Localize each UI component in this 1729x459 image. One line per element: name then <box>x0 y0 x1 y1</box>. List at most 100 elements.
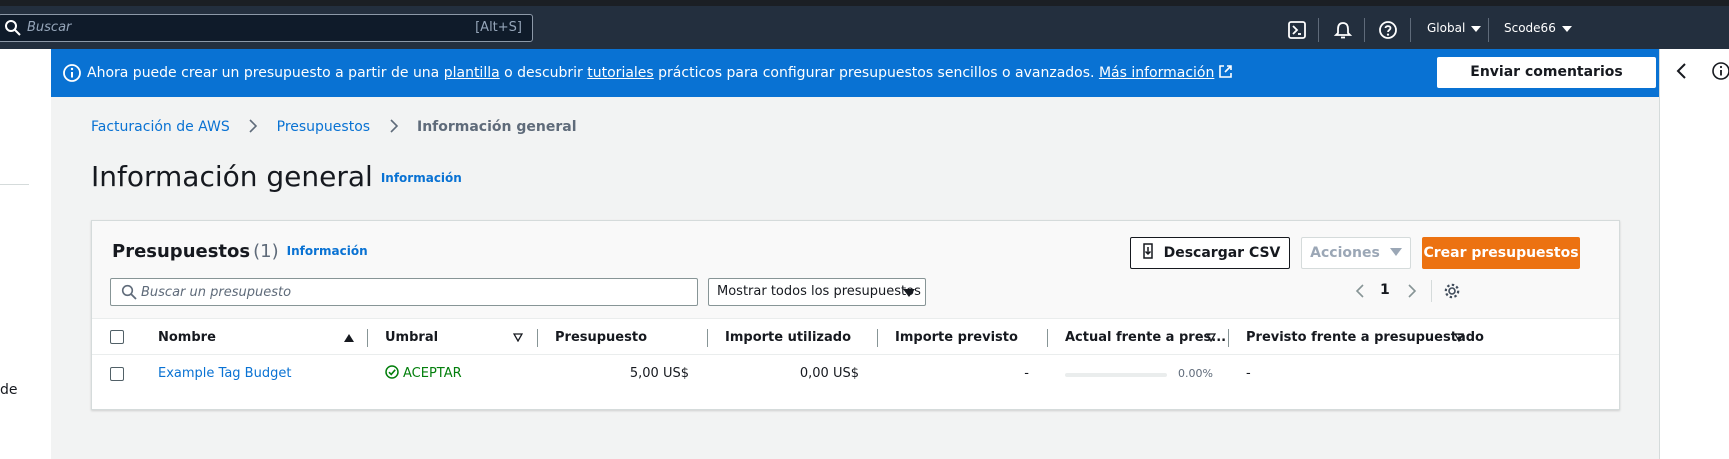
actions-dropdown-button[interactable]: Acciones <box>1301 237 1411 269</box>
table-row: Example Tag Budget ACEPTAR 5,00 US$ 0,00… <box>92 355 1619 392</box>
tutorials-link[interactable]: tutoriales <box>587 65 653 81</box>
actual-vs-budget-progress-bar <box>1065 373 1167 377</box>
topbar-divider <box>1488 18 1489 42</box>
threshold-status-text: ACEPTAR <box>403 366 462 381</box>
topbar-divider <box>1364 18 1365 42</box>
download-icon <box>1142 243 1153 259</box>
download-csv-label: Descargar CSV <box>1163 245 1281 261</box>
budgets-count: (1) <box>253 241 279 262</box>
topbar-divider <box>1318 18 1319 42</box>
budgets-title-text: Presupuestos <box>112 241 251 262</box>
sort-ascending-icon[interactable] <box>344 334 354 342</box>
caret-down-icon <box>1561 25 1572 32</box>
banner-text: Ahora puede crear un presupuesto a parti… <box>87 65 444 81</box>
forecast-amount: - <box>1024 366 1029 381</box>
column-divider[interactable] <box>1228 329 1229 347</box>
region-label: Global <box>1427 21 1466 35</box>
chevron-right-icon[interactable] <box>1406 283 1418 299</box>
page-title-text: Información general <box>91 160 373 193</box>
page-info-link[interactable]: Información <box>381 171 462 185</box>
nav-truncated-text: de <box>0 382 18 398</box>
create-budget-button[interactable]: Crear presupuestos <box>1422 237 1580 269</box>
region-selector[interactable]: Global <box>1427 21 1482 35</box>
more-info-link[interactable]: Más información <box>1099 65 1214 81</box>
budget-name-link[interactable]: Example Tag Budget <box>158 366 291 381</box>
column-header-name[interactable]: Nombre <box>158 319 216 356</box>
column-divider[interactable] <box>1047 329 1048 347</box>
page-number[interactable]: 1 <box>1380 282 1390 298</box>
budgets-table-container: Presupuestos (1) Información Descargar CSV… <box>91 220 1620 410</box>
info-icon[interactable] <box>1711 61 1729 81</box>
external-link-icon <box>1219 65 1233 78</box>
main-content: Facturación de AWS Presupuestos Informac… <box>51 97 1659 459</box>
close-icon[interactable] <box>1626 61 1650 85</box>
breadcrumb-current: Información general <box>416 119 577 135</box>
top-navigation-bar: Buscar [Alt+S] Global Scode66 <box>0 6 1729 49</box>
budgets-table-header: Presupuestos (1) Información Descargar CSV… <box>92 221 1619 325</box>
forecast-vs-budget-value: - <box>1246 366 1251 381</box>
gear-icon[interactable] <box>1443 282 1461 300</box>
account-label: Scode66 <box>1504 21 1556 35</box>
account-menu[interactable]: Scode66 <box>1504 21 1572 35</box>
sort-icon[interactable] <box>513 333 523 342</box>
chevron-left-icon[interactable] <box>1354 283 1366 299</box>
download-csv-button[interactable]: Descargar CSV <box>1130 237 1290 269</box>
column-divider[interactable] <box>877 329 878 347</box>
breadcrumb-budgets[interactable]: Presupuestos <box>277 119 370 135</box>
banner-text: prácticos para configurar presupuestos s… <box>653 65 1099 81</box>
info-banner: Ahora puede crear un presupuesto a parti… <box>51 49 1659 97</box>
caret-down-icon <box>903 289 915 297</box>
filter-selected-value: Mostrar todos los presupuestos <box>717 284 921 299</box>
topbar-divider <box>1410 18 1411 42</box>
search-icon <box>5 20 21 36</box>
right-tools-rail <box>1659 49 1729 459</box>
help-icon[interactable] <box>1378 20 1398 40</box>
column-header-used[interactable]: Importe utilizado <box>725 319 851 356</box>
caret-down-icon <box>1471 25 1482 32</box>
global-search-input[interactable]: Buscar [Alt+S] <box>0 14 533 42</box>
breadcrumb: Facturación de AWS Presupuestos Informac… <box>91 119 577 135</box>
select-all-checkbox[interactable] <box>110 330 124 344</box>
chevron-left-icon[interactable] <box>1674 61 1690 81</box>
global-search-placeholder: Buscar <box>27 20 72 35</box>
info-icon <box>63 64 81 82</box>
budget-search-field[interactable] <box>110 278 698 306</box>
threshold-status: ACEPTAR <box>385 355 462 392</box>
banner-text: o descubrir <box>499 65 588 81</box>
budget-filter-select[interactable]: Mostrar todos los presupuestos <box>708 278 926 306</box>
actual-vs-budget-percent: 0.00% <box>1178 367 1213 380</box>
table-header-row: Nombre Umbral Presupuesto Importe utiliz… <box>92 318 1619 355</box>
banner-message: Ahora puede crear un presupuesto a parti… <box>87 64 1233 81</box>
check-circle-icon <box>385 365 399 379</box>
budgets-info-link[interactable]: Información <box>287 244 368 258</box>
notifications-icon[interactable] <box>1333 20 1353 40</box>
column-divider[interactable] <box>707 329 708 347</box>
left-navigation-panel: de <box>0 49 51 459</box>
page-title: Información general Información <box>91 160 462 193</box>
sort-icon[interactable] <box>1454 333 1464 342</box>
used-amount: 0,00 US$ <box>799 366 859 381</box>
column-divider[interactable] <box>367 329 368 347</box>
chevron-right-icon <box>249 119 258 133</box>
budget-search-input[interactable] <box>141 283 681 301</box>
actions-label: Acciones <box>1310 245 1380 261</box>
sort-icon[interactable] <box>1206 333 1216 342</box>
column-header-threshold[interactable]: Umbral <box>385 319 438 356</box>
row-checkbox[interactable] <box>110 367 124 381</box>
search-icon <box>121 284 137 300</box>
column-divider[interactable] <box>537 329 538 347</box>
chevron-right-icon <box>389 119 398 133</box>
budget-amount: 5,00 US$ <box>629 366 689 381</box>
budgets-title: Presupuestos (1) Información <box>112 241 368 262</box>
cloudshell-icon[interactable] <box>1287 20 1307 40</box>
caret-down-icon <box>1389 248 1402 256</box>
search-shortcut-hint: [Alt+S] <box>475 20 522 35</box>
breadcrumb-billing[interactable]: Facturación de AWS <box>91 119 230 135</box>
column-header-budget[interactable]: Presupuesto <box>555 319 647 356</box>
template-link[interactable]: plantilla <box>444 65 500 81</box>
column-header-actual-vs-budget[interactable]: Actual frente a pres... <box>1065 319 1226 356</box>
column-header-forecast[interactable]: Importe previsto <box>895 319 1018 356</box>
column-header-forecast-vs-budget[interactable]: Previsto frente a presupuestado <box>1246 319 1484 356</box>
nav-divider <box>0 184 29 185</box>
send-feedback-button[interactable]: Enviar comentarios <box>1437 57 1656 88</box>
